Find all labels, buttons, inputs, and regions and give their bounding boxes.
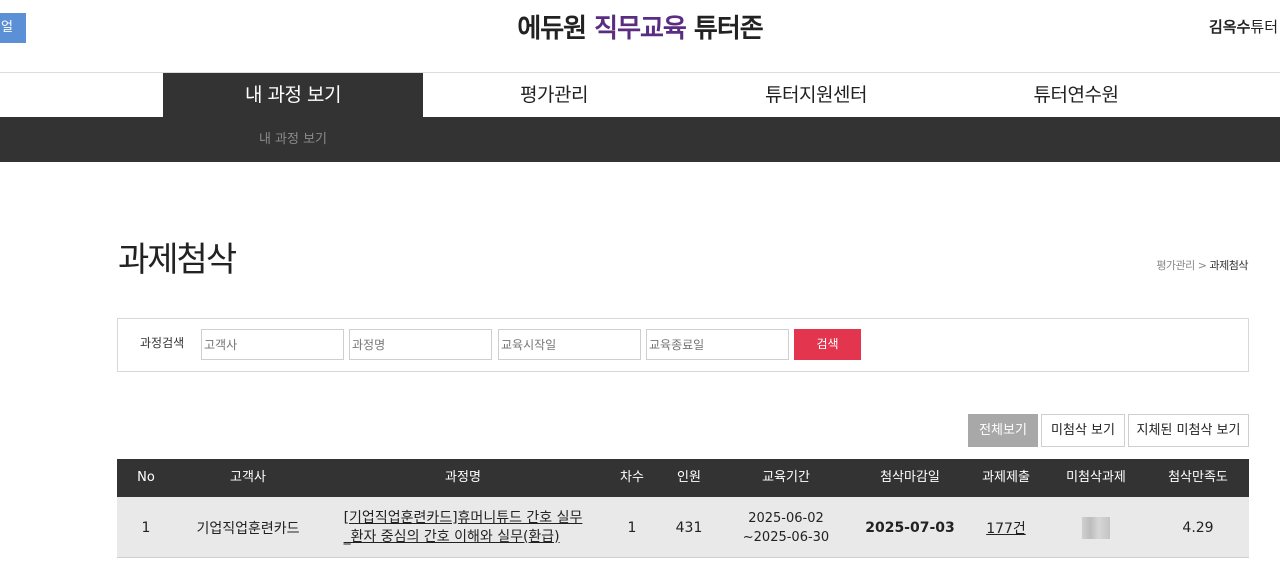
row-no: 1	[141, 519, 151, 536]
search-button[interactable]: 검색	[794, 329, 861, 360]
row-deadline: 2025-07-03	[865, 519, 955, 536]
end-date-input[interactable]	[646, 329, 789, 360]
client-search-input[interactable]	[201, 329, 344, 360]
row-people: 431	[675, 519, 703, 536]
page-title: 과제첨삭	[118, 240, 237, 280]
site-title-suffix: 튜터존	[685, 14, 764, 44]
period-end: ~2025-06-30	[742, 529, 830, 545]
subnav-my-courses[interactable]: 내 과정 보기	[163, 117, 423, 162]
unmarked-count-blurred[interactable]	[1082, 516, 1110, 539]
course-title-line1[interactable]: [기업직업훈련카드]휴머니튜드 간호 실무	[344, 509, 583, 528]
sub-nav: 내 과정 보기	[0, 117, 1280, 162]
search-panel: 과정검색 검색	[117, 318, 1249, 372]
nav-tutor-training[interactable]: 튜터연수원	[947, 73, 1205, 117]
breadcrumb-current: 과제첨삭	[1209, 259, 1249, 272]
col-no: No	[137, 470, 155, 485]
col-period: 교육기간	[762, 470, 810, 485]
view-unmarked-button[interactable]: 미첨삭 보기	[1041, 414, 1125, 447]
user-info: 김옥수튜터	[1209, 16, 1278, 37]
site-title-accent: 직무교육	[594, 14, 687, 44]
view-delayed-button[interactable]: 지체된 미첨삭 보기	[1128, 414, 1249, 447]
col-satisfaction: 첨삭만족도	[1168, 470, 1228, 485]
assignment-table: No 고객사 과정명 차수 인원 교육기간 첨삭마감일 과제제출 미첨삭과제 첨…	[117, 459, 1249, 558]
table-header: No 고객사 과정명 차수 인원 교육기간 첨삭마감일 과제제출 미첨삭과제 첨…	[117, 459, 1249, 497]
submitted-count-link[interactable]: 177건	[986, 518, 1026, 538]
main-nav: 내 과정 보기 평가관리 튜터지원센터 튜터연수원	[0, 73, 1280, 117]
row-client: 기업직업훈련카드	[196, 520, 300, 537]
row-period: 2025-06-02 ~2025-06-30	[743, 509, 829, 547]
breadcrumb-parent[interactable]: 평가관리	[1156, 259, 1195, 272]
course-search-input[interactable]	[349, 329, 492, 360]
row-satisfaction: 4.29	[1182, 519, 1214, 536]
col-client: 고객사	[230, 470, 266, 485]
row-submitted-cell: 177건	[967, 497, 1045, 558]
row-unmarked-cell	[1045, 497, 1147, 558]
breadcrumb: 평가관리 > 과제첨삭	[1156, 257, 1248, 273]
col-course: 과정명	[445, 470, 481, 485]
nav-evaluation[interactable]: 평가관리	[423, 73, 685, 117]
col-submitted: 과제제출	[982, 470, 1030, 485]
user-name: 김옥수	[1208, 18, 1251, 36]
row-course-cell: [기업직업훈련카드]휴머니튜드 간호 실무 _환자 중심의 간호 이해와 실무(…	[321, 497, 605, 558]
course-title-line2[interactable]: _환자 중심의 간호 이해와 실무(환급)	[344, 528, 583, 547]
row-period-cell: 2025-06-02 ~2025-06-30	[719, 497, 853, 558]
breadcrumb-separator: >	[1197, 259, 1207, 272]
col-deadline: 첨삭마감일	[880, 470, 940, 485]
search-label: 과정검색	[140, 336, 185, 350]
period-start: 2025-06-02	[748, 510, 824, 526]
col-round: 차수	[620, 470, 644, 485]
nav-tutor-support[interactable]: 튜터지원센터	[685, 73, 947, 117]
table-row: 1 기업직업훈련카드 [기업직업훈련카드]휴머니튜드 간호 실무 _환자 중심의…	[117, 497, 1249, 558]
view-all-button[interactable]: 전체보기	[968, 414, 1038, 447]
start-date-input[interactable]	[498, 329, 641, 360]
site-title-prefix: 에듀원	[517, 14, 595, 44]
col-unmarked: 미첨삭과제	[1066, 470, 1126, 485]
user-role: 튜터	[1250, 18, 1278, 36]
row-round: 1	[627, 519, 637, 536]
col-people: 인원	[677, 470, 701, 485]
site-title: 에듀원 직무교육 튜터존	[0, 8, 1280, 45]
course-link[interactable]: [기업직업훈련카드]휴머니튜드 간호 실무 _환자 중심의 간호 이해와 실무(…	[344, 509, 583, 547]
nav-my-courses[interactable]: 내 과정 보기	[163, 73, 423, 117]
